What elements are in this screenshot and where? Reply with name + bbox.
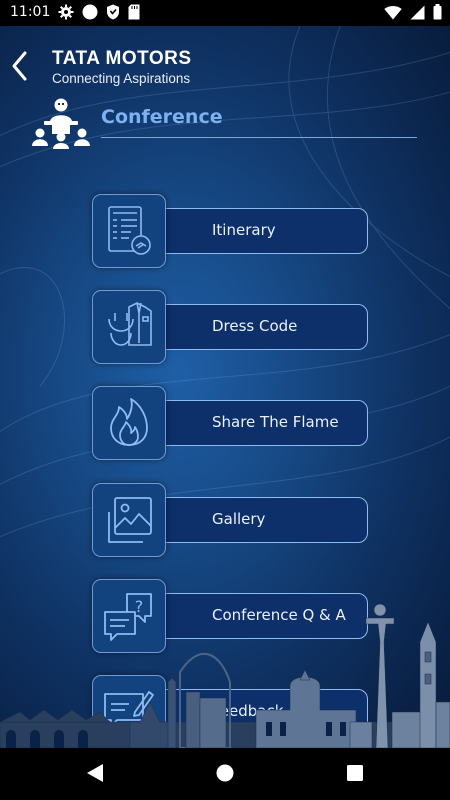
menu-item-gallery[interactable]: Gallery — [92, 483, 370, 559]
battery-icon — [433, 4, 442, 20]
brand-tagline: Connecting Aspirations — [52, 71, 191, 86]
brand-name: TATA MOTORS — [52, 48, 192, 70]
status-bar: 11:01 — [0, 0, 450, 26]
tata-motors-logo: TATA MOTORS Connecting Aspirations — [52, 48, 192, 86]
gallery-icon — [108, 497, 152, 543]
itinerary-icon — [108, 206, 151, 255]
gear-icon — [58, 4, 74, 20]
back-button[interactable] — [8, 48, 32, 84]
menu-item-share-the-flame[interactable]: Share The Flame — [92, 386, 370, 462]
circle-icon — [82, 4, 98, 20]
conference-screen: TATA MOTORS Connecting Aspirations Confe… — [0, 26, 450, 748]
status-time: 11:01 — [10, 4, 51, 20]
sd-card-icon — [128, 4, 140, 20]
recents-square-icon[interactable] — [345, 762, 365, 784]
home-circle-icon[interactable] — [215, 762, 235, 784]
menu-item-dress-code[interactable]: Dress Code — [92, 290, 370, 366]
flame-icon — [110, 398, 148, 446]
menu-tile — [92, 290, 166, 364]
section-title: Conference — [101, 106, 223, 128]
conference-speaker-icon — [32, 98, 90, 149]
wifi-icon — [384, 5, 402, 19]
brand-second: MOTORS — [105, 48, 192, 69]
menu-tile — [92, 194, 166, 268]
back-triangle-icon[interactable] — [85, 762, 105, 784]
menu-label: Itinerary — [212, 221, 276, 239]
brand-main: TATA — [52, 48, 100, 69]
status-left-icons — [58, 4, 140, 20]
menu-tile — [92, 386, 166, 460]
menu-label: Share The Flame — [212, 413, 339, 431]
shield-icon — [107, 4, 119, 20]
signal-icon — [410, 5, 425, 19]
city-skyline-illustration — [0, 603, 450, 748]
menu-item-itinerary[interactable]: Itinerary — [92, 194, 370, 270]
status-right-icons — [384, 4, 442, 20]
dress-code-icon — [108, 302, 152, 346]
menu-tile — [92, 483, 166, 557]
menu-label: Gallery — [212, 510, 266, 528]
section-underline — [101, 137, 417, 138]
menu-label: Dress Code — [212, 317, 298, 335]
system-nav-bar — [0, 748, 450, 800]
chevron-left-icon — [12, 51, 27, 81]
